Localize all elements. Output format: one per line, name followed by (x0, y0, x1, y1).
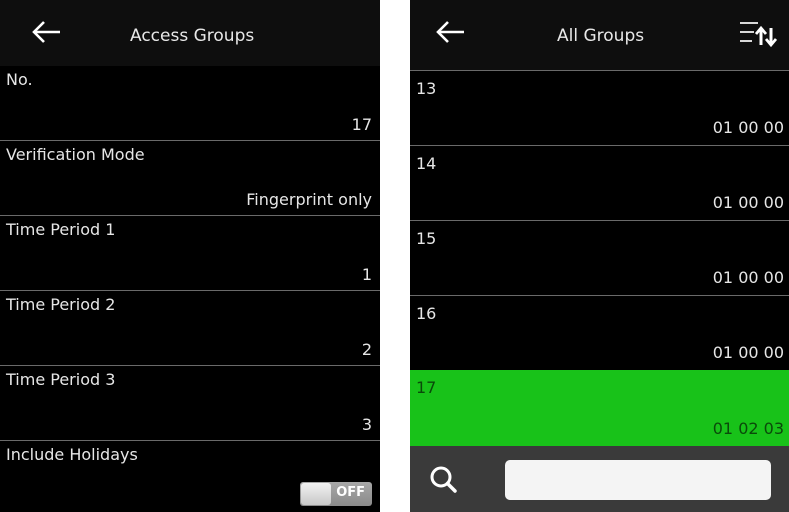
field-label: Time Period 3 (6, 370, 116, 389)
back-button[interactable] (430, 14, 470, 50)
header: Access Groups (0, 0, 380, 66)
group-time-periods: 01 00 00 (712, 118, 784, 137)
group-list-item[interactable]: 16 01 00 00 (410, 296, 789, 370)
back-button[interactable] (26, 14, 66, 50)
field-label: No. (6, 70, 33, 89)
group-list-item[interactable]: 13 01 00 00 (410, 71, 789, 145)
group-time-periods: 01 02 03 (712, 419, 784, 438)
access-groups-screen: Access Groups No. 17 Verification Mode F… (0, 0, 380, 512)
search-button[interactable] (428, 464, 460, 496)
field-label: Time Period 1 (6, 220, 116, 239)
all-groups-screen: All Groups 13 01 00 00 14 01 00 00 15 01… (410, 0, 789, 512)
toggle-knob (301, 483, 331, 505)
field-value: 3 (361, 415, 372, 434)
group-list-item[interactable]: 15 01 00 00 (410, 221, 789, 295)
search-icon (430, 466, 457, 493)
group-number: 16 (416, 304, 437, 323)
group-time-periods: 01 00 00 (712, 343, 784, 362)
include-holidays-toggle[interactable]: OFF (300, 482, 372, 506)
group-number: 15 (416, 229, 437, 248)
field-row-no[interactable]: No. 17 (0, 66, 380, 140)
field-value: Fingerprint only (246, 190, 372, 209)
field-value: 2 (361, 340, 372, 359)
group-number: 13 (416, 79, 437, 98)
sort-icon (740, 22, 778, 48)
group-number: 17 (416, 378, 437, 397)
search-bar (410, 446, 789, 512)
field-label: Time Period 2 (6, 295, 116, 314)
group-time-periods: 01 00 00 (712, 268, 784, 287)
search-input[interactable] (505, 460, 771, 500)
field-row-time-period-3[interactable]: Time Period 3 3 (0, 366, 380, 440)
field-row-time-period-2[interactable]: Time Period 2 2 (0, 291, 380, 365)
field-label: Verification Mode (6, 145, 145, 164)
field-value: 17 (351, 115, 372, 134)
field-row-time-period-1[interactable]: Time Period 1 1 (0, 216, 380, 290)
group-number: 14 (416, 154, 437, 173)
sort-button[interactable] (738, 18, 778, 50)
group-list-item[interactable]: 14 01 00 00 (410, 146, 789, 220)
group-list-item-selected[interactable]: 17 01 02 03 (410, 370, 789, 446)
field-label: Include Holidays (6, 445, 138, 464)
back-arrow-icon (32, 21, 60, 43)
field-row-include-holidays[interactable]: Include Holidays OFF (0, 441, 380, 512)
page-title: All Groups (557, 26, 645, 46)
toggle-state-label: OFF (336, 485, 365, 500)
page-title: Access Groups (130, 26, 255, 46)
group-time-periods: 01 00 00 (712, 193, 784, 212)
field-row-verification-mode[interactable]: Verification Mode Fingerprint only (0, 141, 380, 215)
back-arrow-icon (436, 21, 464, 43)
header: All Groups (410, 0, 789, 70)
field-value: 1 (361, 265, 372, 284)
